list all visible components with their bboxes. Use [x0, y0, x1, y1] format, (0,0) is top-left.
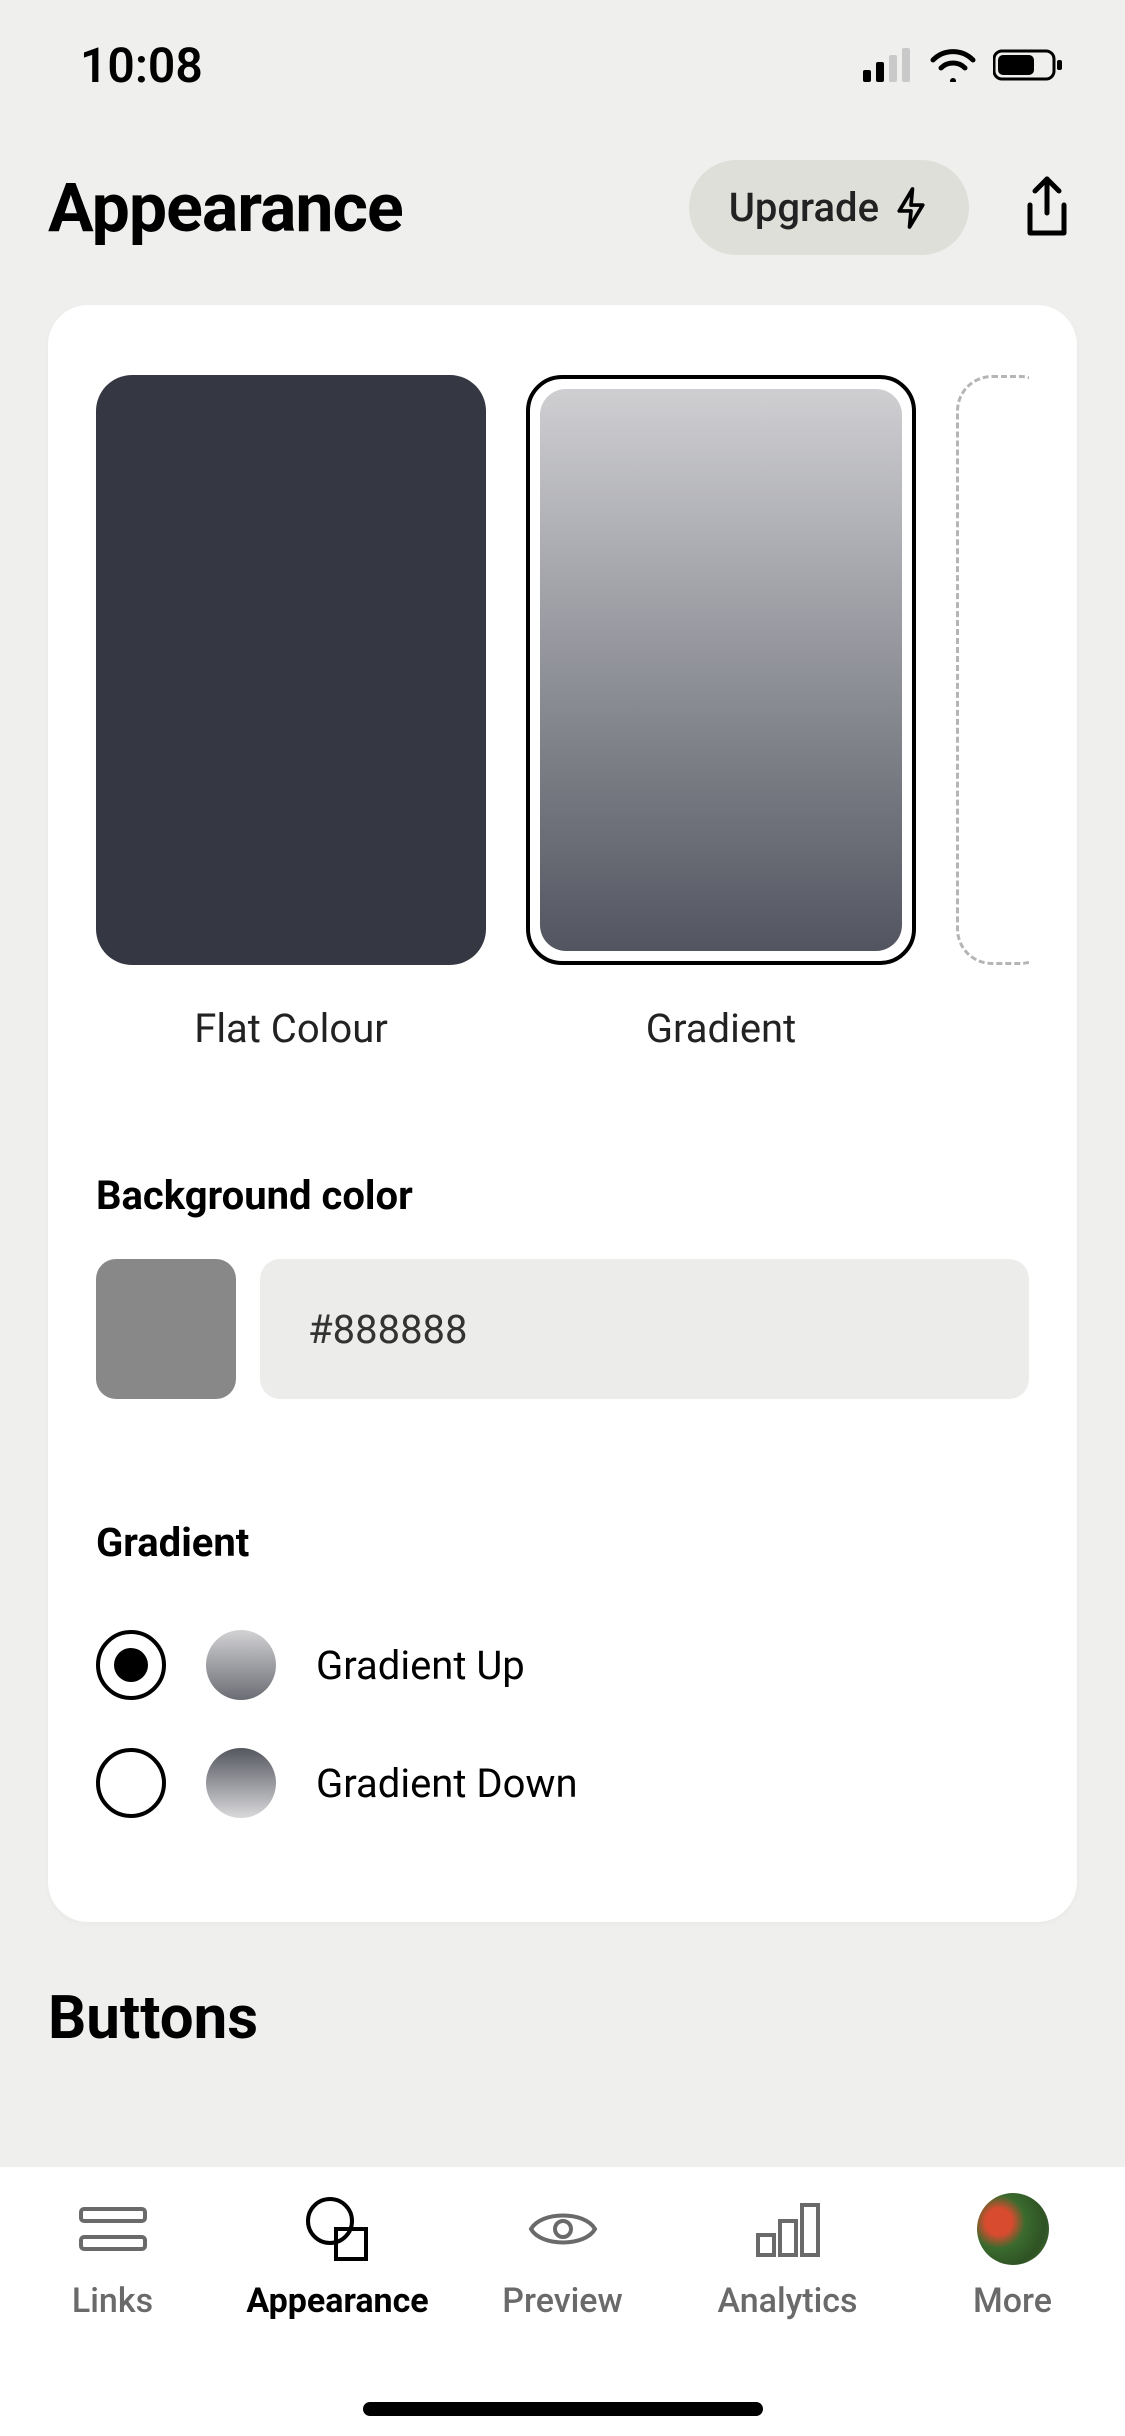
gradient-option-up[interactable]: Gradient Up — [96, 1606, 1029, 1724]
preview-icon — [527, 2193, 599, 2265]
gradient-heading: Gradient — [96, 1519, 1029, 1566]
radio-gradient-up[interactable] — [96, 1630, 166, 1700]
style-option-next[interactable] — [956, 375, 1029, 1052]
tab-label-preview: Preview — [502, 2281, 622, 2321]
tab-preview[interactable]: Preview — [463, 2193, 663, 2321]
radio-gradient-down[interactable] — [96, 1748, 166, 1818]
upgrade-button[interactable]: Upgrade — [689, 160, 969, 255]
style-option-gradient[interactable]: Gradient — [526, 375, 916, 1052]
share-button[interactable] — [1017, 178, 1077, 238]
home-indicator[interactable] — [363, 2402, 763, 2416]
tab-bar: Links Appearance Preview Analyti — [0, 2166, 1125, 2436]
battery-icon — [993, 48, 1065, 82]
gradient-up-swatch — [206, 1630, 276, 1700]
style-preview-flat — [96, 375, 486, 965]
cellular-icon — [863, 48, 913, 82]
background-color-heading: Background color — [96, 1172, 1029, 1219]
style-preview-next — [956, 375, 1029, 965]
status-icons — [863, 48, 1065, 82]
buttons-heading: Buttons — [48, 1982, 1125, 2053]
background-color-input[interactable]: #888888 — [260, 1259, 1029, 1399]
tab-label-appearance: Appearance — [246, 2281, 428, 2321]
analytics-icon — [752, 2193, 824, 2265]
tab-label-links: Links — [72, 2281, 153, 2321]
avatar — [977, 2193, 1049, 2265]
style-option-flat[interactable]: Flat Colour — [96, 375, 486, 1052]
tab-label-analytics: Analytics — [717, 2281, 857, 2321]
style-preview-gradient — [526, 375, 916, 965]
lightning-icon — [893, 186, 929, 230]
tab-analytics[interactable]: Analytics — [688, 2193, 888, 2321]
more-icon — [977, 2193, 1049, 2265]
page-title: Appearance — [48, 168, 689, 248]
status-time: 10:08 — [80, 37, 203, 94]
style-label-gradient: Gradient — [646, 1005, 796, 1052]
background-style-row[interactable]: Flat Colour Gradient — [96, 375, 1029, 1052]
links-icon — [77, 2193, 149, 2265]
gradient-option-down[interactable]: Gradient Down — [96, 1724, 1029, 1842]
gradient-up-label: Gradient Up — [316, 1642, 525, 1689]
header: Appearance Upgrade — [0, 130, 1125, 285]
status-bar: 10:08 — [0, 0, 1125, 130]
gradient-down-label: Gradient Down — [316, 1760, 578, 1807]
background-color-value: #888888 — [308, 1306, 468, 1353]
tab-links[interactable]: Links — [13, 2193, 213, 2321]
background-color-swatch[interactable] — [96, 1259, 236, 1399]
gradient-down-swatch — [206, 1748, 276, 1818]
wifi-icon — [929, 48, 977, 82]
background-color-row: #888888 — [96, 1259, 1029, 1399]
appearance-icon — [302, 2193, 374, 2265]
tab-more[interactable]: More — [913, 2193, 1113, 2321]
upgrade-label: Upgrade — [729, 184, 879, 231]
style-label-flat: Flat Colour — [194, 1005, 388, 1052]
share-icon — [1020, 175, 1074, 241]
tab-appearance[interactable]: Appearance — [238, 2193, 438, 2321]
tab-label-more: More — [973, 2281, 1052, 2321]
appearance-card: Flat Colour Gradient Background color #8… — [48, 305, 1077, 1922]
